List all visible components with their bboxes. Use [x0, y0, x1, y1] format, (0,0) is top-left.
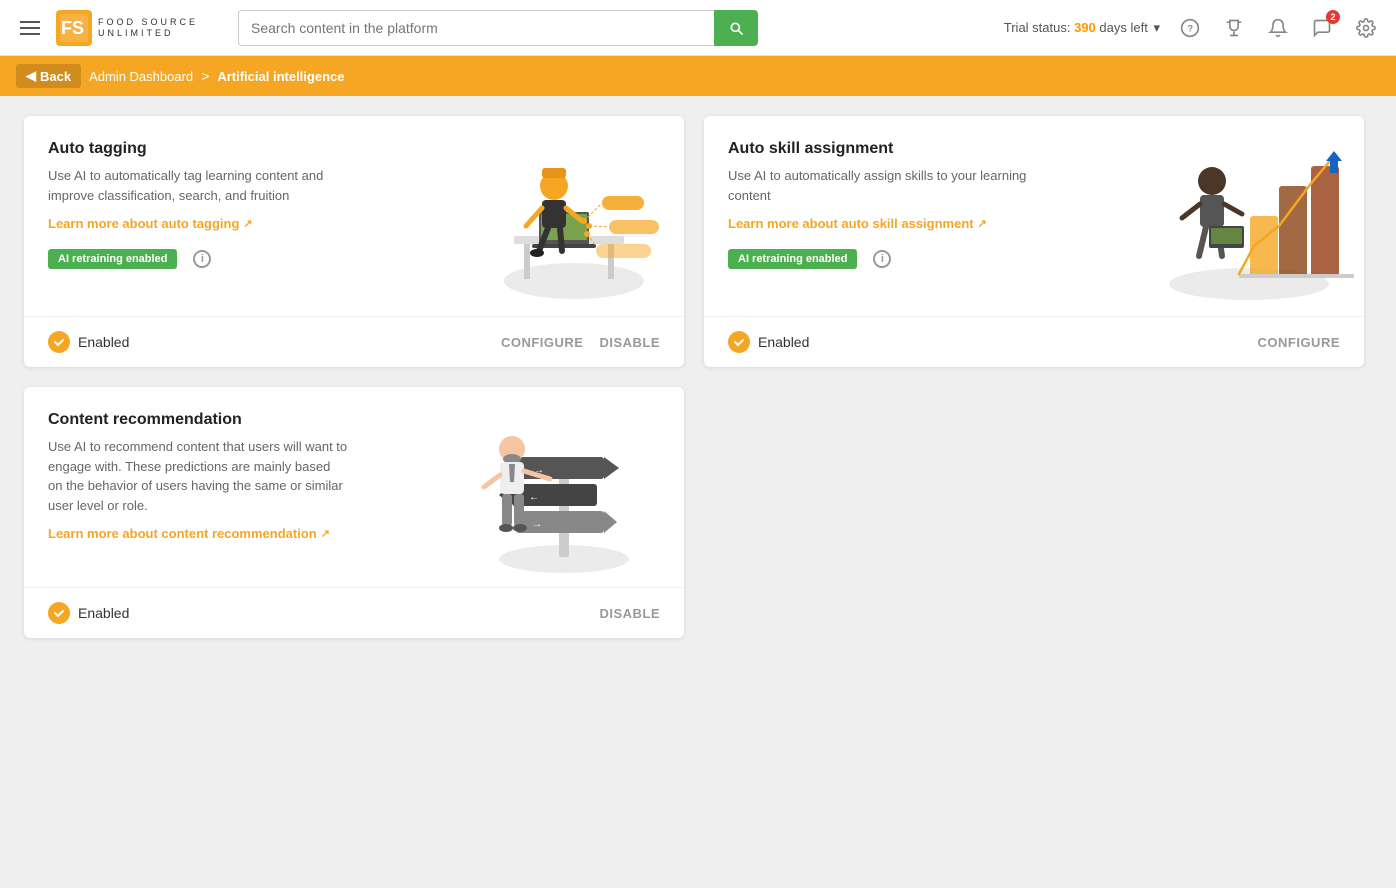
content-recommendation-card: Content recommendation Use AI to recomme…: [24, 387, 684, 638]
search-area: [238, 10, 758, 46]
content-rec-status: Enabled: [48, 602, 129, 624]
content-rec-title: Content recommendation: [48, 411, 660, 429]
content-rec-body: Content recommendation Use AI to recomme…: [24, 387, 684, 587]
auto-tagging-badge-row: AI retraining enabled i: [48, 249, 660, 269]
breadcrumb-bar: ◀ Back Admin Dashboard > Artificial inte…: [0, 56, 1396, 96]
svg-text:FS: FS: [61, 18, 84, 38]
auto-tagging-text: Auto tagging Use AI to automatically tag…: [48, 140, 660, 300]
content-rec-text: Content recommendation Use AI to recomme…: [48, 411, 660, 571]
header-right: Trial status: 390 days left ▾ ? 2: [1004, 14, 1380, 42]
check-icon-3: [48, 602, 70, 624]
trophy-icon: [1224, 18, 1244, 38]
breadcrumb-current: Artificial intelligence: [217, 69, 344, 84]
trial-status: Trial status: 390 days left ▾: [1004, 20, 1160, 36]
auto-tagging-footer: Enabled CONFIGURE DISABLE: [24, 316, 684, 367]
cards-grid: Auto tagging Use AI to automatically tag…: [24, 116, 1364, 367]
search-button[interactable]: [714, 10, 758, 46]
auto-skill-configure-button[interactable]: CONFIGURE: [1258, 335, 1341, 350]
auto-tagging-badge: AI retraining enabled: [48, 249, 177, 269]
trial-days: 390: [1074, 20, 1096, 35]
check-icon-2: [728, 331, 750, 353]
auto-skill-footer: Enabled CONFIGURE: [704, 316, 1364, 367]
messages-button[interactable]: 2: [1308, 14, 1336, 42]
help-button[interactable]: ?: [1176, 14, 1204, 42]
auto-tagging-body: Auto tagging Use AI to automatically tag…: [24, 116, 684, 316]
content-rec-actions: DISABLE: [599, 606, 660, 621]
settings-button[interactable]: [1352, 14, 1380, 42]
auto-skill-badge-row: AI retraining enabled i: [728, 249, 1340, 269]
logo-icon: FS: [56, 10, 92, 46]
auto-skill-card: Auto skill assignment Use AI to automati…: [704, 116, 1364, 367]
auto-skill-body: Auto skill assignment Use AI to automati…: [704, 116, 1364, 316]
notification-button[interactable]: [1264, 14, 1292, 42]
auto-skill-title: Auto skill assignment: [728, 140, 1340, 158]
main-content: Auto tagging Use AI to automatically tag…: [0, 96, 1396, 888]
external-link-icon: ↗: [243, 217, 252, 230]
auto-tagging-info[interactable]: i: [193, 250, 211, 268]
content-rec-learn-more[interactable]: Learn more about content recommendation …: [48, 526, 330, 541]
breadcrumb-separator: >: [201, 68, 209, 84]
logo: FS FOOD SOURCE UNLIMITED: [56, 10, 226, 46]
back-label: Back: [40, 69, 71, 84]
svg-text:?: ?: [1188, 23, 1194, 33]
breadcrumb-admin[interactable]: Admin Dashboard: [89, 69, 193, 84]
auto-skill-text: Auto skill assignment Use AI to automati…: [728, 140, 1340, 300]
auto-tagging-status: Enabled: [48, 331, 129, 353]
message-badge: 2: [1326, 10, 1340, 24]
menu-button[interactable]: [16, 17, 44, 39]
header: FS FOOD SOURCE UNLIMITED Trial status: 3…: [0, 0, 1396, 56]
bell-icon: [1268, 18, 1288, 38]
settings-icon: [1356, 18, 1376, 38]
search-input[interactable]: [238, 10, 714, 46]
check-icon: [48, 331, 70, 353]
content-rec-footer: Enabled DISABLE: [24, 587, 684, 638]
auto-tagging-title: Auto tagging: [48, 140, 660, 158]
auto-skill-info[interactable]: i: [873, 250, 891, 268]
auto-tagging-actions: CONFIGURE DISABLE: [501, 335, 660, 350]
auto-skill-actions: CONFIGURE: [1258, 335, 1341, 350]
help-icon: ?: [1180, 18, 1200, 38]
trophy-button[interactable]: [1220, 14, 1248, 42]
auto-skill-learn-more[interactable]: Learn more about auto skill assignment ↗: [728, 216, 987, 231]
back-button[interactable]: ◀ Back: [16, 64, 81, 88]
auto-skill-status: Enabled: [728, 331, 809, 353]
auto-skill-description: Use AI to automatically assign skills to…: [728, 166, 1028, 205]
auto-tagging-card: Auto tagging Use AI to automatically tag…: [24, 116, 684, 367]
external-link-icon-3: ↗: [321, 527, 330, 540]
logo-text: FOOD SOURCE UNLIMITED: [98, 17, 198, 39]
auto-tagging-disable-button[interactable]: DISABLE: [599, 335, 660, 350]
content-rec-description: Use AI to recommend content that users w…: [48, 437, 348, 515]
cards-row-2: Content recommendation Use AI to recomme…: [24, 387, 684, 638]
content-rec-disable-button[interactable]: DISABLE: [599, 606, 660, 621]
auto-tagging-configure-button[interactable]: CONFIGURE: [501, 335, 584, 350]
auto-skill-badge: AI retraining enabled: [728, 249, 857, 269]
auto-tagging-description: Use AI to automatically tag learning con…: [48, 166, 348, 205]
auto-tagging-learn-more[interactable]: Learn more about auto tagging ↗: [48, 216, 253, 231]
search-icon: [728, 20, 744, 36]
external-link-icon-2: ↗: [978, 217, 987, 230]
